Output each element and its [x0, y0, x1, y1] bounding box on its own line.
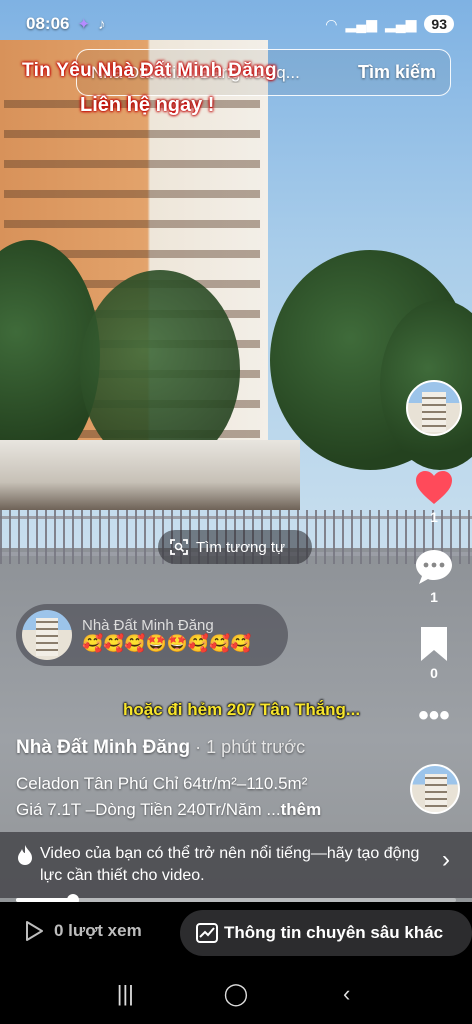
comment-count: 1 [430, 589, 438, 605]
views-label: 0 lượt xem [54, 921, 142, 940]
signal-icon-2: ▂▄▆ [384, 15, 417, 32]
post-author-line[interactable]: Nhà Đất Minh Đăng · 1 phút trước [16, 737, 305, 759]
search-button[interactable]: Tìm kiếm [358, 62, 436, 83]
home-icon[interactable]: ◯ [216, 981, 256, 1007]
commenter-avatar [22, 610, 72, 660]
chevron-right-icon: › [442, 846, 450, 873]
find-similar-label: Tìm tương tự [196, 538, 286, 556]
tiktok-icon: ♪ [98, 15, 106, 33]
sound-disc[interactable] [410, 764, 460, 814]
description-text: Giá 7.1T –Dòng Tiền 240Tr/Năm ... [16, 800, 281, 819]
signal-icon: ▂▄▆ [345, 15, 377, 32]
views-counter[interactable]: 0 lượt xem [24, 920, 142, 942]
video-overlay-cta: Liên hệ ngay ! [80, 94, 215, 116]
video-subtitle: hoặc đi hẻm 207 Tân Thắng... [123, 700, 361, 719]
scan-search-icon [170, 539, 188, 555]
promote-text: Video của bạn có thể trở nên nổi tiếng—h… [40, 845, 420, 884]
comment-text: 🥰🥰🥰🤩🤩🥰🥰🥰 [82, 633, 252, 653]
like-count: 1 [430, 509, 438, 525]
insights-button[interactable]: Thông tin chuyên sâu khác [180, 910, 472, 956]
more-options-icon[interactable]: ••• [406, 701, 462, 731]
video-overlay-title: Tin Yêu Nhà Đất Minh Đăng [22, 60, 277, 81]
comment-button[interactable]: 1 [406, 548, 462, 605]
save-button[interactable]: 0 [406, 626, 462, 681]
system-nav-bar: ||| ◯ ‹ [0, 964, 472, 1024]
top-comment[interactable]: Nhà Đất Minh Đăng 🥰🥰🥰🤩🤩🥰🥰🥰 [16, 604, 288, 666]
status-bar: 08:06 ✦ ♪ ◠ ▂▄▆ ▂▄▆ 93 [0, 0, 472, 48]
see-more-link[interactable]: thêm [281, 800, 322, 819]
creator-avatar[interactable] [406, 380, 462, 436]
like-button[interactable]: 1 [406, 470, 462, 525]
post-description-line1: Celadon Tân Phú Chỉ 64tr/m²–110.5m² [16, 774, 308, 793]
promote-banner[interactable]: Video của bạn có thể trở nên nổi tiếng—h… [0, 832, 472, 898]
post-time: 1 phút trước [206, 737, 306, 757]
analytics-icon [196, 923, 218, 943]
find-similar-button[interactable]: Tìm tương tự [158, 530, 312, 564]
video-shopfront [0, 440, 300, 510]
heart-icon [416, 471, 452, 504]
bottom-action-bar: 0 lượt xem Thông tin chuyên sâu khác [0, 902, 472, 964]
comment-icon [416, 550, 452, 584]
battery-indicator: 93 [424, 15, 454, 33]
commenter-name: Nhà Đất Minh Đăng [82, 616, 214, 634]
separator: · [190, 737, 207, 757]
flame-icon [18, 845, 32, 865]
wifi-icon: ◠ [325, 15, 338, 32]
recent-apps-icon[interactable]: ||| [105, 981, 145, 1007]
status-time: 08:06 [26, 14, 70, 33]
author-name[interactable]: Nhà Đất Minh Đăng [16, 737, 190, 758]
save-count: 0 [430, 665, 438, 681]
bookmark-icon [421, 627, 447, 661]
back-icon[interactable]: ‹ [327, 981, 367, 1007]
insights-label: Thông tin chuyên sâu khác [224, 923, 444, 942]
post-description-line2: Giá 7.1T –Dòng Tiền 240Tr/Năm ...thêm [16, 800, 321, 820]
app-notification-icon: ✦ [77, 16, 91, 33]
play-icon [26, 921, 43, 941]
